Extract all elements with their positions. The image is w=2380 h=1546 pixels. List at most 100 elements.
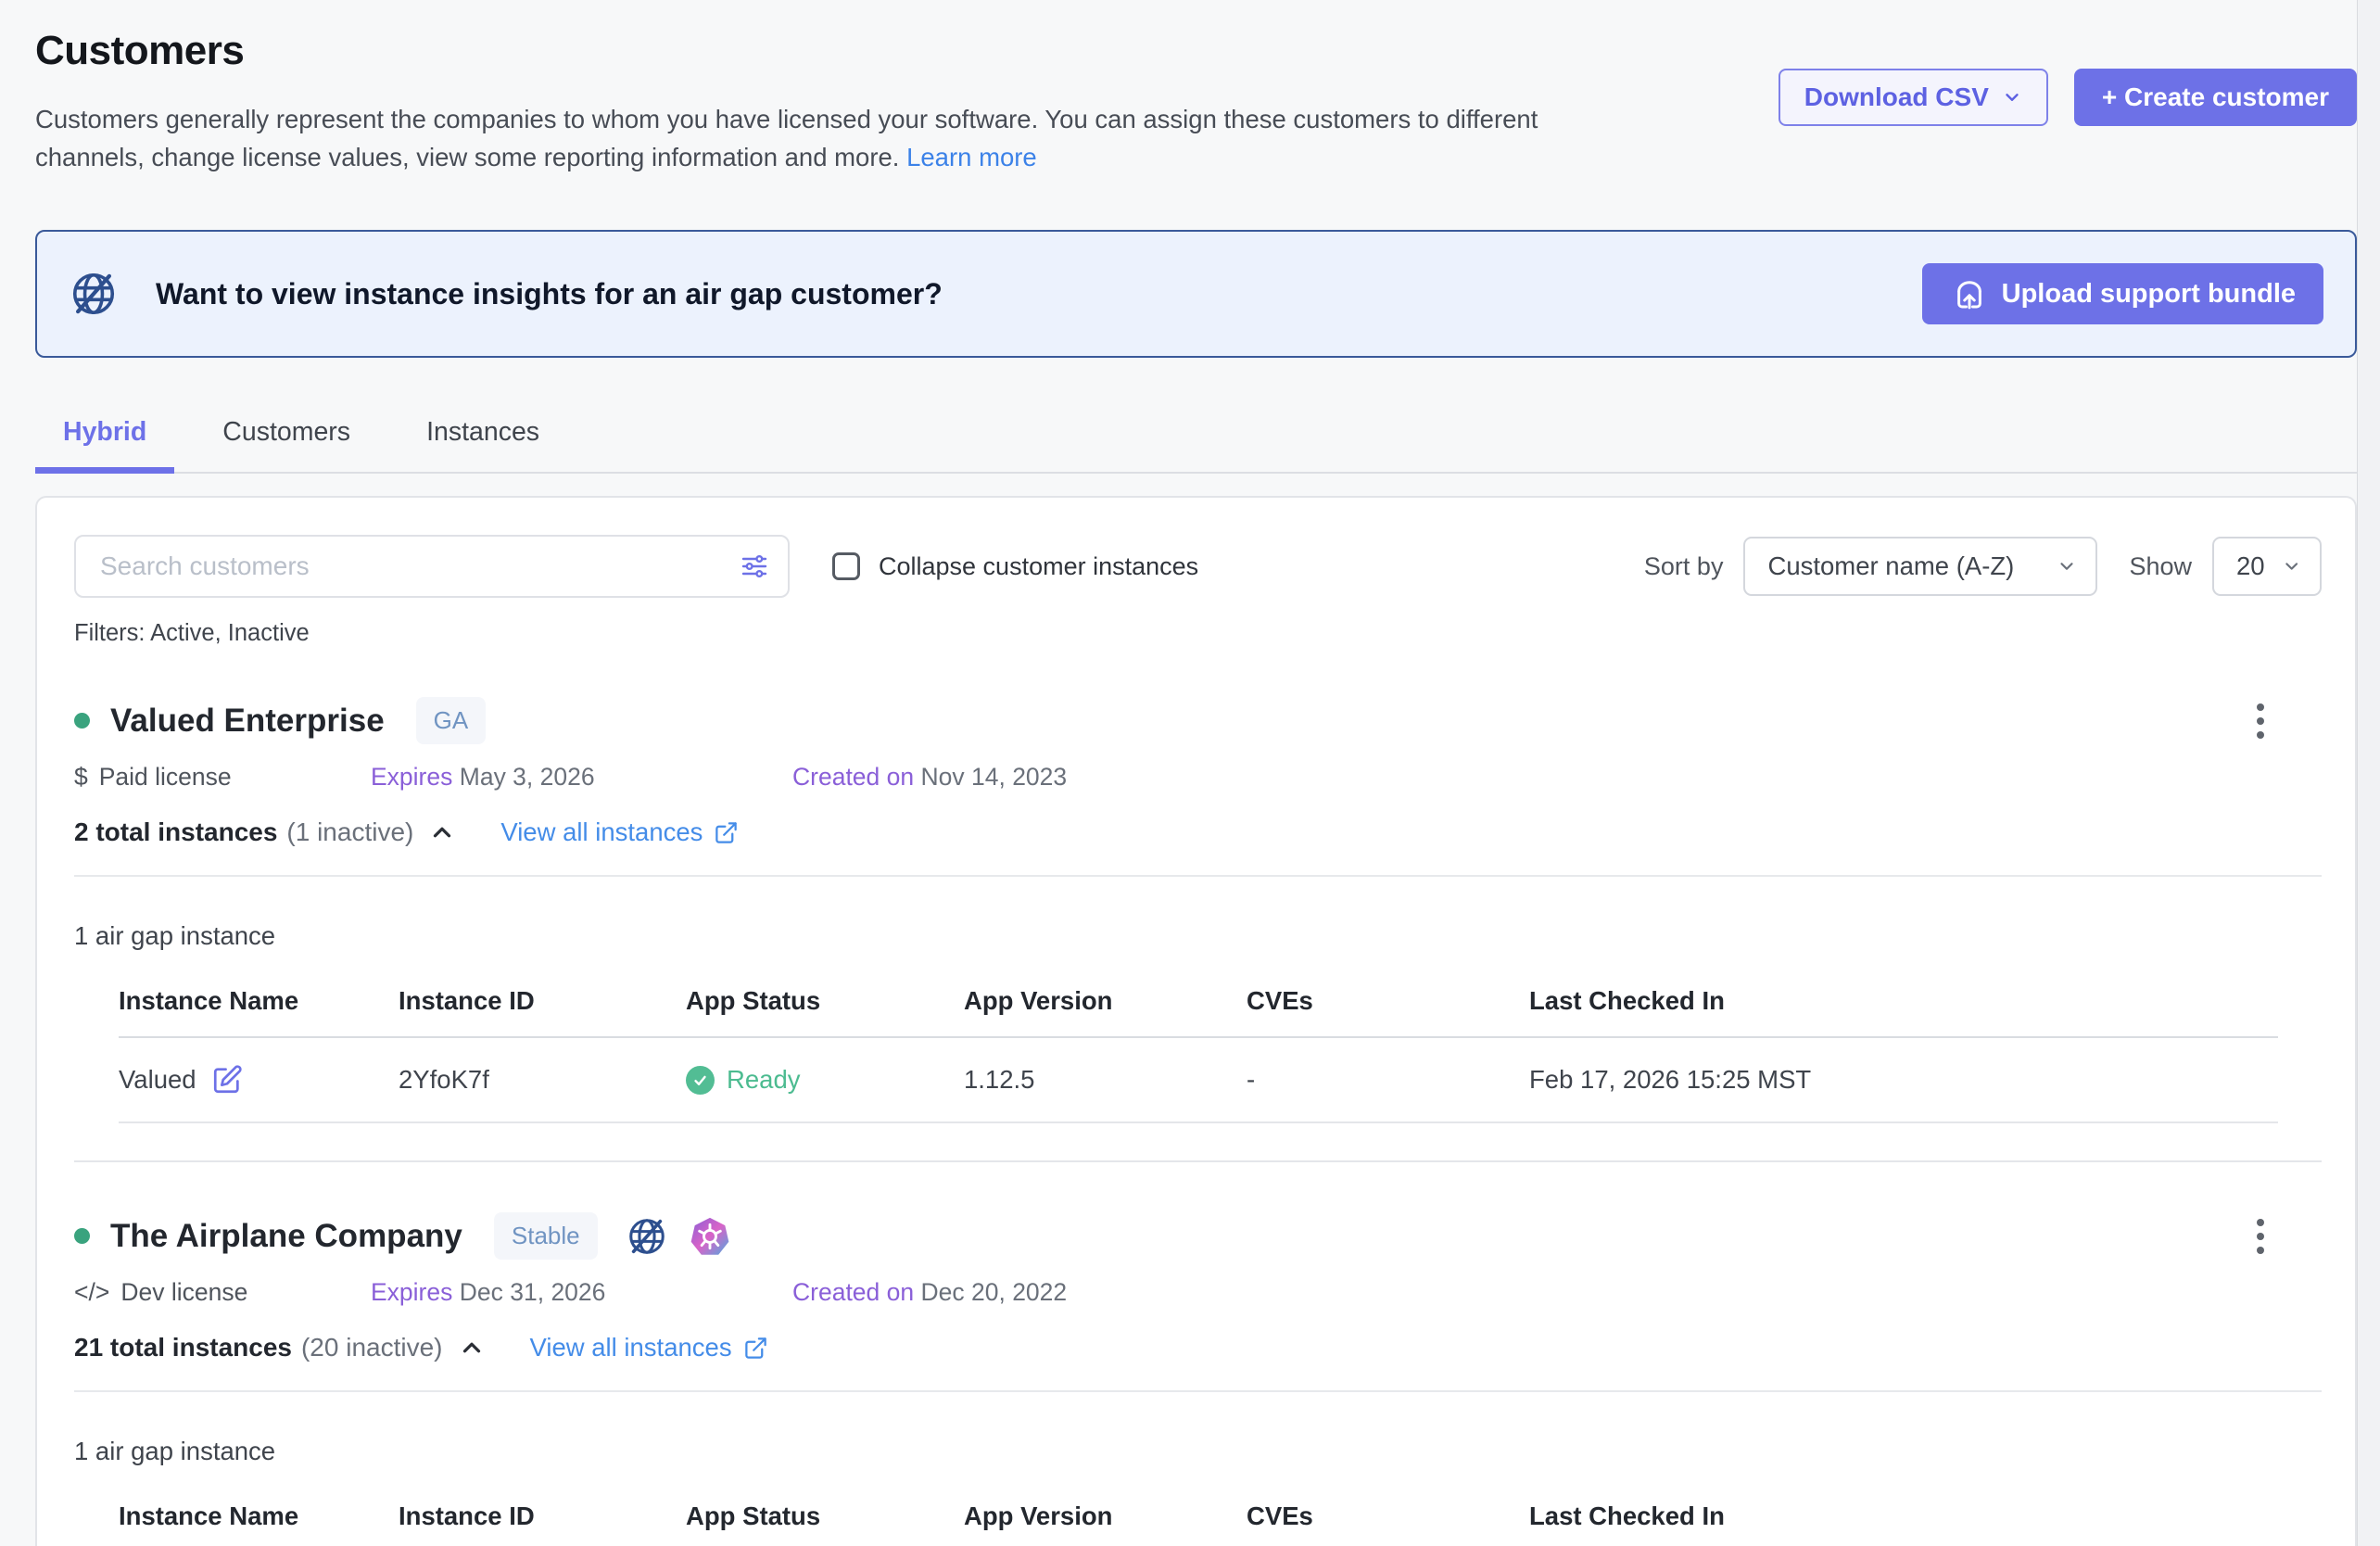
customer-name[interactable]: Valued Enterprise [110, 703, 385, 740]
toolbar: Collapse customer instances Sort by Cust… [74, 535, 2322, 598]
show-count-value: 20 [2236, 551, 2265, 581]
instance-name: Valued [119, 1065, 196, 1095]
tab-bar: Hybrid Customers Instances [35, 417, 2357, 474]
view-all-instances-label: View all instances [530, 1333, 732, 1362]
page-header: Customers Customers generally represent … [35, 28, 2357, 176]
app-version-cell: 1.12.5 [964, 1065, 1247, 1095]
created-item: Created on Dec 20, 2022 [792, 1278, 1214, 1307]
last-checked-in-cell: Feb 17, 2026 15:25 MST [1529, 1065, 2278, 1095]
expires-label: Expires [371, 763, 452, 791]
page-header-text: Customers Customers generally represent … [35, 28, 1538, 176]
app-status-cell: Ready [686, 1065, 964, 1095]
col-instance-name: Instance Name [119, 1502, 399, 1531]
install-type-icons [626, 1215, 731, 1258]
toolbar-right: Sort by Customer name (A-Z) Show 20 [1644, 537, 2322, 596]
col-app-version: App Version [964, 1502, 1247, 1531]
active-status-dot [74, 1228, 90, 1244]
tab-instances[interactable]: Instances [399, 417, 567, 472]
chevron-up-icon[interactable] [458, 1334, 486, 1362]
page-content: Customers Customers generally represent … [0, 0, 2357, 1546]
sort-by-label: Sort by [1644, 552, 1724, 581]
view-all-instances-link[interactable]: View all instances [530, 1333, 768, 1362]
created-value: Nov 14, 2023 [921, 763, 1068, 791]
license-type: </> Dev license [74, 1278, 371, 1307]
expires-value: May 3, 2026 [460, 763, 595, 791]
airgap-instance-count: 1 air gap instance [74, 1437, 2322, 1466]
tab-customers[interactable]: Customers [195, 417, 378, 472]
download-csv-label: Download CSV [1804, 82, 1989, 112]
col-app-version: App Version [964, 986, 1247, 1016]
col-cves: CVEs [1247, 1502, 1529, 1531]
customer-menu-button[interactable] [2251, 1213, 2270, 1260]
instances-summary-row: 21 total instances (20 inactive) View al… [74, 1333, 2322, 1362]
check-circle-icon [686, 1066, 715, 1095]
airgap-globe-icon [69, 269, 119, 319]
collapse-instances-checkbox[interactable] [832, 552, 860, 580]
external-link-icon [714, 820, 739, 845]
instances-table: Instance Name Instance ID App Status App… [119, 1502, 2278, 1546]
view-all-instances-link[interactable]: View all instances [500, 817, 739, 847]
scrollbar-track[interactable] [2357, 0, 2380, 1546]
dollar-icon: $ [74, 763, 88, 792]
col-cves: CVEs [1247, 986, 1529, 1016]
customer-name[interactable]: The Airplane Company [110, 1218, 462, 1255]
total-instances: 21 total instances [74, 1333, 292, 1362]
customer-card-valued-enterprise: Valued Enterprise GA $ Paid license Expi… [74, 697, 2322, 1162]
col-last-checked-in: Last Checked In [1529, 1502, 2278, 1531]
expires-item: Expires May 3, 2026 [371, 763, 792, 792]
filter-sliders-icon[interactable] [740, 551, 769, 581]
banner-title: Want to view instance insights for an ai… [156, 277, 1922, 311]
customer-divider [74, 1160, 2322, 1162]
expires-item: Expires Dec 31, 2026 [371, 1278, 792, 1307]
col-instance-name: Instance Name [119, 986, 399, 1016]
customer-header: Valued Enterprise GA [74, 697, 2322, 744]
created-item: Created on Nov 14, 2023 [792, 763, 1214, 792]
page-description: Customers generally represent the compan… [35, 100, 1538, 176]
upload-support-bundle-label: Upload support bundle [2002, 279, 2296, 310]
instance-name-cell: Valued [119, 1064, 399, 1096]
kubernetes-icon [689, 1215, 731, 1258]
license-type: $ Paid license [74, 763, 371, 792]
customer-menu-button[interactable] [2251, 698, 2270, 744]
download-csv-button[interactable]: Download CSV [1779, 69, 2048, 126]
airgap-insights-banner: Want to view instance insights for an ai… [35, 230, 2357, 358]
inactive-count: (20 inactive) [301, 1333, 443, 1362]
chevron-up-icon[interactable] [428, 818, 456, 846]
upload-bundle-icon [1950, 274, 1989, 313]
active-status-dot [74, 713, 90, 729]
upload-support-bundle-button[interactable]: Upload support bundle [1922, 263, 2323, 324]
channel-badge: GA [416, 697, 487, 744]
tab-hybrid[interactable]: Hybrid [35, 417, 174, 472]
col-app-status: App Status [686, 1502, 964, 1531]
create-customer-button[interactable]: + Create customer [2074, 69, 2357, 126]
chevron-down-icon [2002, 87, 2022, 108]
inactive-count: (1 inactive) [286, 817, 413, 847]
collapse-instances-label: Collapse customer instances [879, 552, 1198, 581]
edit-pencil-icon[interactable] [211, 1064, 243, 1096]
page-description-line1: Customers generally represent the compan… [35, 105, 1538, 133]
col-instance-id: Instance ID [399, 1502, 686, 1531]
col-instance-id: Instance ID [399, 986, 686, 1016]
search-input[interactable] [74, 535, 790, 598]
page-title: Customers [35, 28, 1538, 74]
channel-badge: Stable [494, 1212, 598, 1260]
chevron-down-icon [2282, 556, 2301, 577]
total-instances: 2 total instances [74, 817, 277, 847]
col-app-status: App Status [686, 986, 964, 1016]
created-label: Created on [792, 1278, 914, 1306]
show-label: Show [2129, 552, 2192, 581]
customer-meta-row: $ Paid license Expires May 3, 2026 Creat… [74, 763, 2322, 792]
learn-more-link[interactable]: Learn more [906, 143, 1037, 171]
sort-by-select[interactable]: Customer name (A-Z) [1743, 537, 2097, 596]
expires-value: Dec 31, 2026 [460, 1278, 606, 1306]
airgap-instance-count: 1 air gap instance [74, 921, 2322, 951]
cves-cell: - [1247, 1065, 1529, 1095]
header-actions: Download CSV + Create customer [1779, 69, 2357, 126]
instances-table-header: Instance Name Instance ID App Status App… [119, 1502, 2278, 1546]
collapse-instances-toggle[interactable]: Collapse customer instances [832, 552, 1198, 581]
show-count-select[interactable]: 20 [2212, 537, 2322, 596]
chevron-down-icon [2057, 556, 2077, 577]
instances-table: Instance Name Instance ID App Status App… [119, 986, 2278, 1123]
section-divider [74, 875, 2322, 877]
section-divider [74, 1390, 2322, 1392]
